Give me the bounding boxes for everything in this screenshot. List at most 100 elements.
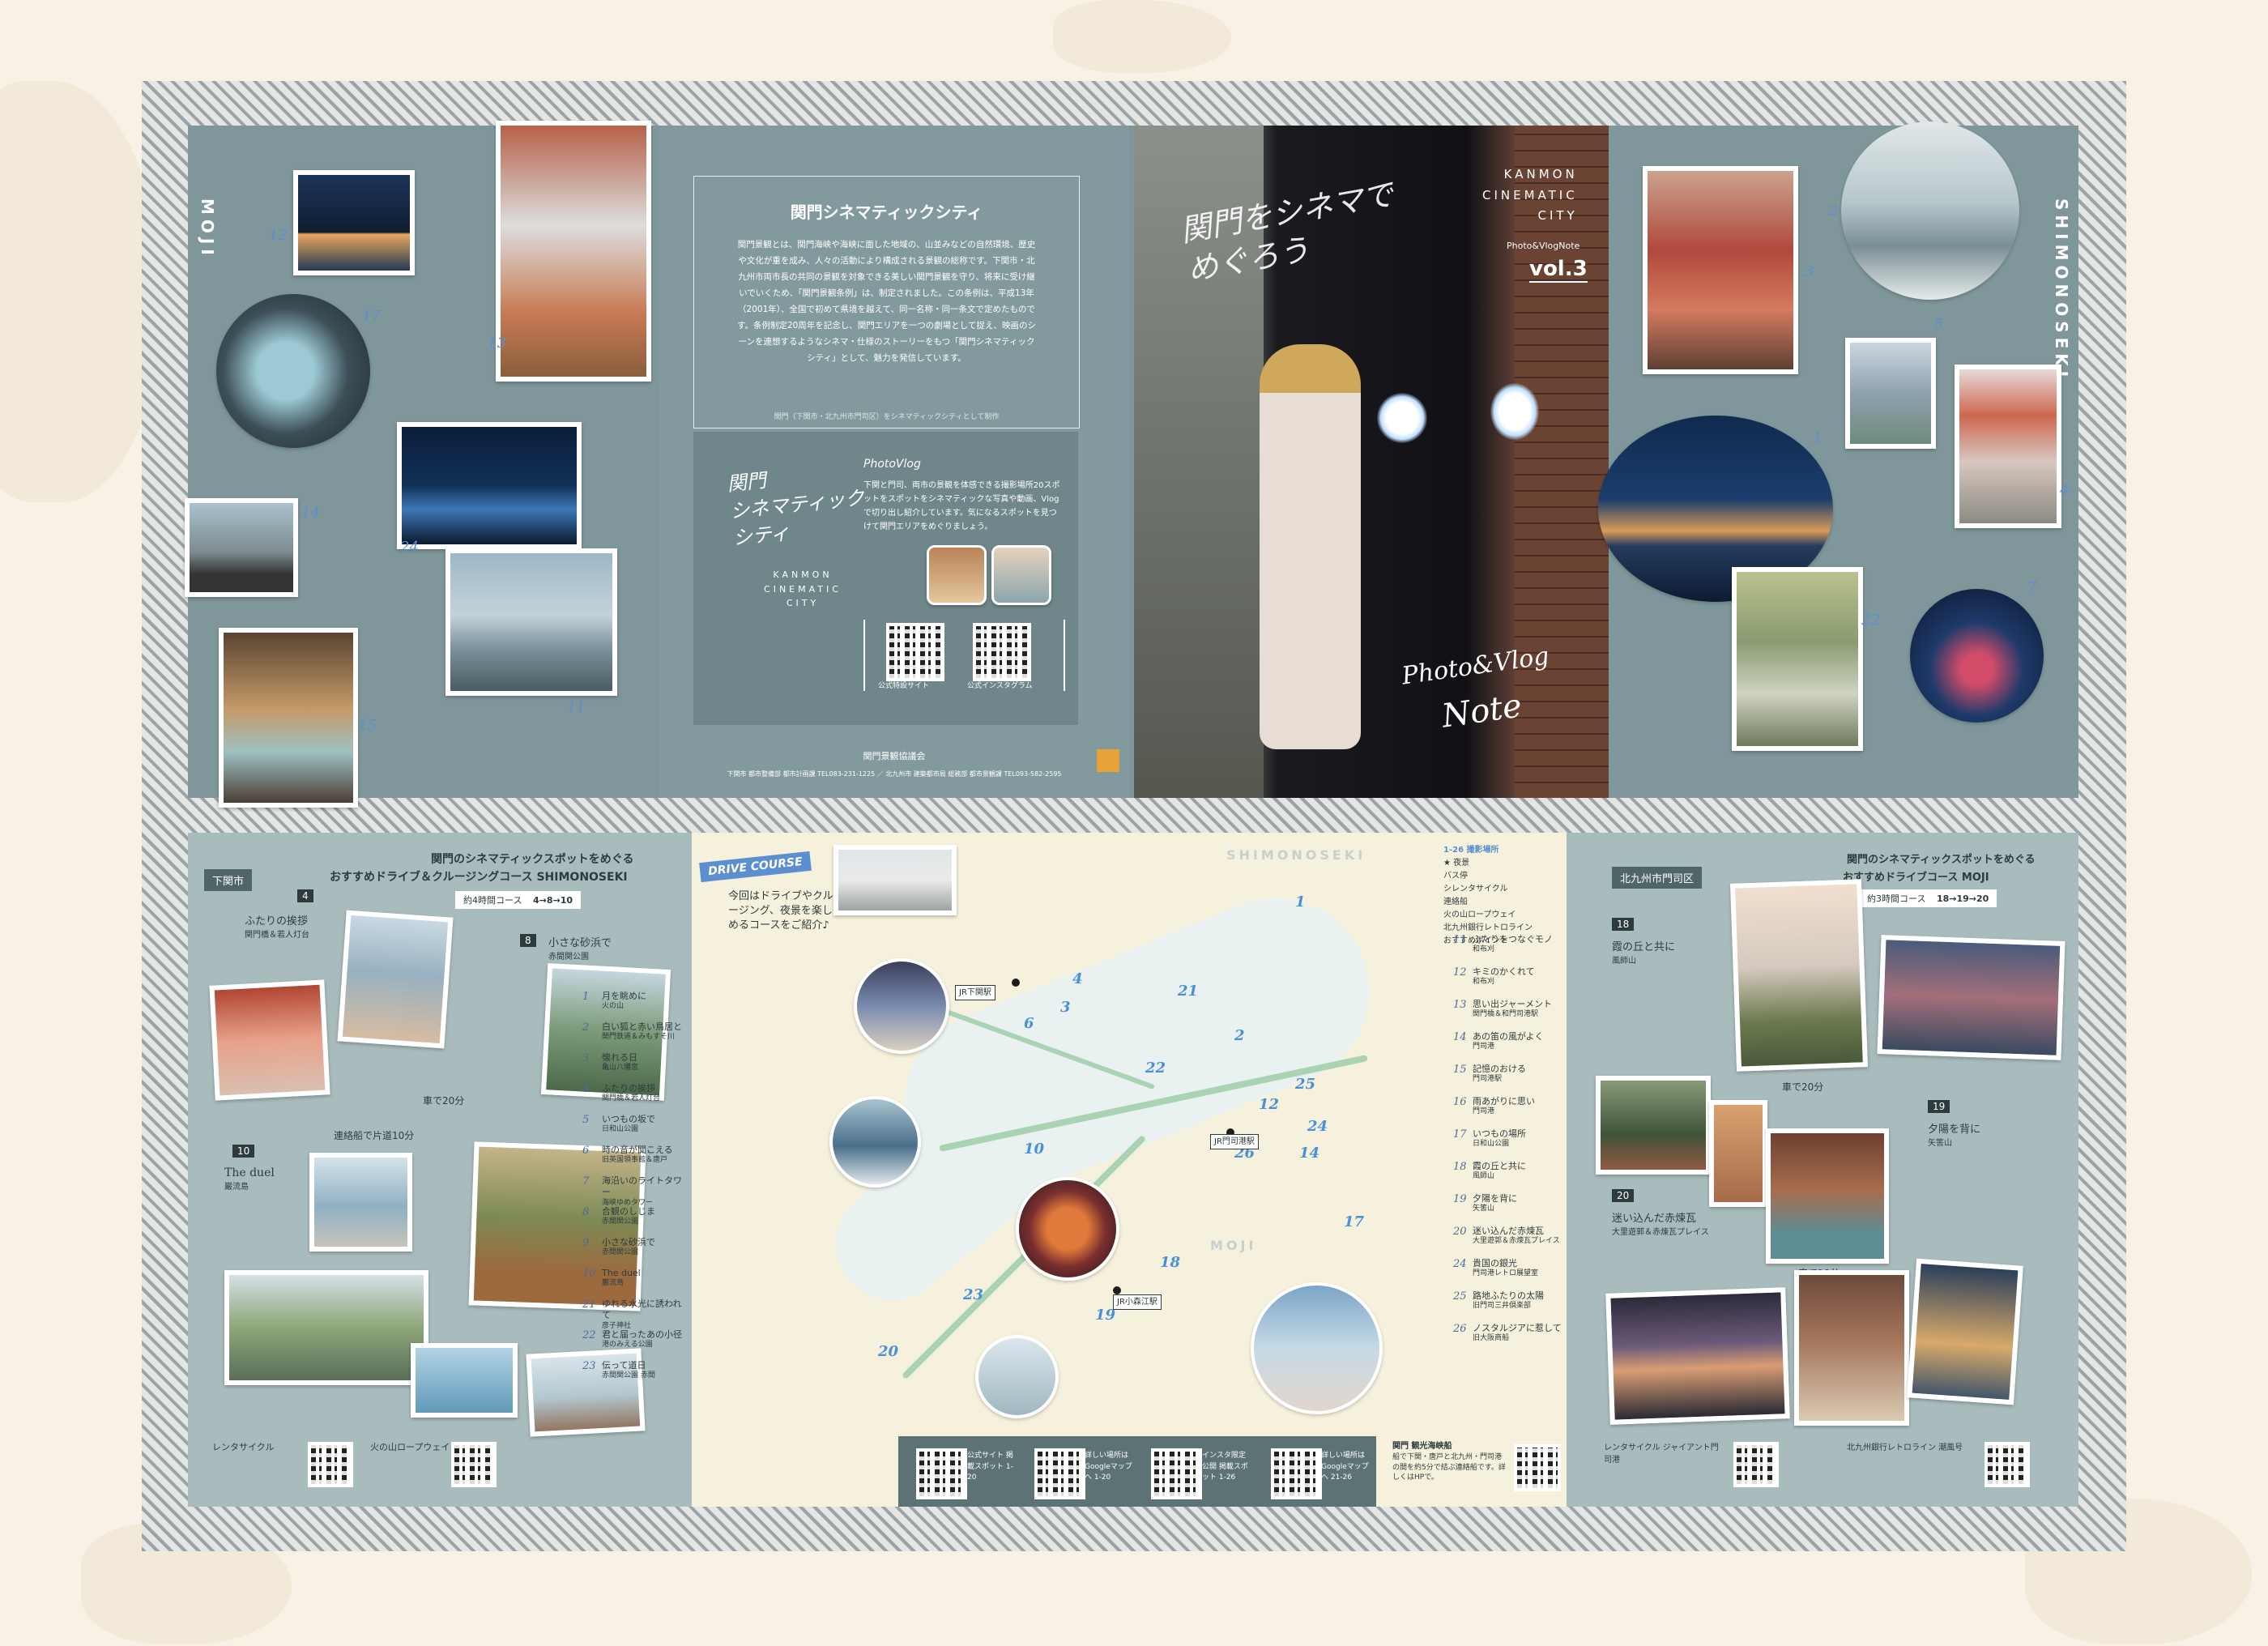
spot-list-title: ゆれる水光に誘われて bbox=[602, 1298, 682, 1321]
google-map-qr[interactable] bbox=[1271, 1448, 1322, 1499]
spot-19-photo-a bbox=[1596, 1076, 1711, 1175]
cover-en-line: CITY bbox=[1537, 208, 1578, 223]
photo-number: 13 bbox=[488, 335, 506, 352]
cover-panel: 関門をシネマでめぐろう KANMON CINEMATIC CITY Photo&… bbox=[1134, 126, 1609, 798]
spot-list-title: 月を眺めに bbox=[602, 991, 646, 1001]
map-photo bbox=[975, 1335, 1059, 1418]
spot-sub: 矢筈山 bbox=[1928, 1139, 1952, 1148]
spot-18-photo-a bbox=[1730, 879, 1868, 1072]
moji-photo-panel: MOJI 12 13 17 24 14 11 15 bbox=[185, 121, 658, 808]
map-spot-number: 17 bbox=[1344, 1213, 1365, 1230]
spot-num-badge: 8 bbox=[520, 934, 536, 947]
photo-2 bbox=[1841, 122, 2019, 300]
spot-list-number: 15 bbox=[1453, 1064, 1467, 1076]
legend-item: ★ 夜景 bbox=[1443, 859, 1470, 868]
spot-list-left: 1 月を眺めに 火の山 2 白い狐と赤い鳥居と 関門鉄道＆みもすそ川 3 懐れる日 亀山八幡宮 4… bbox=[582, 991, 688, 1391]
spot-list-number: 13 bbox=[1453, 999, 1467, 1011]
map-spot-number: 22 bbox=[1145, 1060, 1166, 1077]
spot-list-title: 雨あがりに思い bbox=[1473, 1096, 1535, 1107]
spot-list-title: いつもの坂で bbox=[602, 1114, 655, 1124]
spot-list-item: 23 伝って道日 赤間関公園 赤間 bbox=[582, 1360, 688, 1391]
photo-number: 7 bbox=[2027, 579, 2037, 596]
spot-list-sub: 関門橋＆和門司港駅 bbox=[1473, 1010, 1539, 1019]
spot-list-number: 3 bbox=[582, 1052, 590, 1064]
cover-en-line: CINEMATIC bbox=[1482, 187, 1578, 203]
photovlog-title: PhotoVlog bbox=[863, 458, 921, 471]
spot-list-title: 伝って道日 bbox=[602, 1360, 646, 1371]
official-site-qr[interactable] bbox=[886, 623, 944, 681]
course-spots: 4→8→10 bbox=[532, 895, 573, 906]
photo-number: 22 bbox=[1861, 612, 1880, 629]
ferry-qr[interactable] bbox=[1514, 1444, 1561, 1491]
council-contact: 下関市 都市整備部 都市計画課 TEL083-231-1225 ／ 北九州市 建… bbox=[727, 770, 1062, 778]
spot-list-item: 6 時の音が聞こえる 旧英国領事館＆唐戸 bbox=[582, 1145, 688, 1175]
ropeway-qr[interactable] bbox=[451, 1442, 497, 1487]
photo-4 bbox=[1955, 365, 2061, 528]
spot-list-sub: 和布刈 bbox=[1473, 945, 1495, 954]
spot-list-number: 24 bbox=[1453, 1258, 1467, 1270]
shimonoseki-photo-panel: SHIMONOSEKI 3 2 5 1 4 22 7 bbox=[1598, 122, 2078, 798]
spot-list-number: 26 bbox=[1453, 1323, 1467, 1335]
instagram-qr[interactable] bbox=[973, 623, 1031, 681]
legend-item: バス停 bbox=[1443, 872, 1468, 881]
spot-list-number: 17 bbox=[1453, 1128, 1467, 1141]
spot-list-title: The duel bbox=[602, 1268, 641, 1278]
retro-line-qr[interactable] bbox=[1985, 1442, 2030, 1487]
light-orb bbox=[1490, 383, 1539, 440]
course-badge: 約3時間コース 18→19→20 bbox=[1859, 889, 1997, 907]
spot-list-number: 7 bbox=[582, 1175, 590, 1188]
spot-list-title: 貴国の銀光 bbox=[1473, 1258, 1517, 1269]
spot-list-item: 21 ゆれる水光に誘われて 彦子神社 bbox=[582, 1298, 688, 1330]
spot-list-sub: 関門橋＆若人灯台 bbox=[602, 1094, 661, 1103]
retro-line-title: 北九州銀行レトロライン 潮風号 bbox=[1847, 1443, 1963, 1452]
qr-caption: 詳しい場所は Googleマップへ 21-26 bbox=[1321, 1452, 1369, 1482]
city-tag: 北九州市門司区 bbox=[1612, 867, 1703, 889]
map-spot-number: 2 bbox=[1234, 1027, 1245, 1044]
photo-number: 4 bbox=[2060, 482, 2070, 499]
map-spot-number: 20 bbox=[878, 1343, 899, 1360]
spot-list-title: 霞の丘と共に bbox=[1473, 1161, 1526, 1171]
heading: おすすめドライブ＆クルージングコース SHIMONOSEKI bbox=[330, 871, 628, 884]
photo-13 bbox=[496, 121, 651, 382]
spot-list-item: 25 路地ふたりの太陽 旧門司三井倶楽部 bbox=[1453, 1290, 1567, 1323]
spot-list-item: 13 思い出ジャーメント 関門橋＆和門司港駅 bbox=[1453, 999, 1567, 1031]
spot-sub: 大里遊郭＆赤煉瓦プレイス bbox=[1612, 1228, 1709, 1237]
map-spot-number: 6 bbox=[1024, 1015, 1034, 1032]
spot-list-sub: 風師山 bbox=[1473, 1172, 1495, 1181]
spot-list-number: 10 bbox=[582, 1268, 596, 1280]
rental-cycle-qr[interactable] bbox=[1733, 1442, 1779, 1487]
google-map-qr[interactable] bbox=[1034, 1448, 1085, 1499]
station-pin bbox=[1113, 1286, 1121, 1294]
spot-list-sub: 巌流島 bbox=[602, 1279, 625, 1288]
spot-list-sub: 旧大阪商船 bbox=[1473, 1334, 1510, 1343]
photo-15 bbox=[219, 628, 358, 808]
station-label: JR門司港駅 bbox=[1210, 1134, 1259, 1149]
spot-list-title: いつもの場所 bbox=[1473, 1128, 1526, 1139]
spot-10-photo-d bbox=[411, 1343, 518, 1418]
instagram-qr[interactable] bbox=[1151, 1448, 1202, 1499]
moji-course-panel: 北九州市門司区 関門のシネマティックスポットをめぐる おすすめドライブコース M… bbox=[1580, 833, 2078, 1507]
spot-list-item: 22 君と届ったあの小径 港のみえる公園 bbox=[582, 1329, 688, 1360]
spot-list-sub: 関門鉄道＆みもすそ川 bbox=[602, 1033, 676, 1042]
spot-list-sub: 旧英国領事館＆唐戸 bbox=[602, 1156, 668, 1165]
map-spot-number: 21 bbox=[1178, 983, 1199, 1000]
spot-20-photo-a bbox=[1766, 1128, 1889, 1264]
official-site-qr[interactable] bbox=[916, 1448, 967, 1499]
drive-time-2: 連絡船で片道10分 bbox=[334, 1130, 415, 1141]
photovlog-body: 下関と門司、両市の景観を体感できる撮影場所20スポットをスポットをシネマティック… bbox=[863, 481, 1060, 531]
spot-list-title: 記憶のおける bbox=[1473, 1064, 1526, 1074]
spot-list-title: ふたりをつなぐモノ bbox=[1473, 934, 1553, 945]
photo-5 bbox=[1845, 338, 1936, 449]
spot-list-item: 4 ふたりの挨拶 関門橋＆若人灯台 bbox=[582, 1083, 688, 1114]
spot-list-sub: 港のみえる公園 bbox=[602, 1341, 653, 1350]
spot-20-photo-c bbox=[1794, 1270, 1909, 1426]
course-time: 約4時間コース bbox=[463, 895, 522, 906]
logo-block: 関門 シネマティック シティ bbox=[726, 458, 868, 553]
rental-cycle-qr[interactable] bbox=[308, 1442, 353, 1487]
spot-list-item: 24 貴国の銀光 門司港レトロ展望室 bbox=[1453, 1258, 1567, 1290]
spot-list-title: 小さな砂浜で bbox=[602, 1237, 655, 1247]
qr-caption: 公式サイト 掲載スポット 1-20 bbox=[967, 1452, 1013, 1482]
spot-list-item: 19 夕陽を背に 矢筈山 bbox=[1453, 1193, 1567, 1226]
spot-num-badge: 18 bbox=[1612, 918, 1635, 931]
ropeway-title: 火の山ロープウェイ bbox=[370, 1442, 450, 1452]
